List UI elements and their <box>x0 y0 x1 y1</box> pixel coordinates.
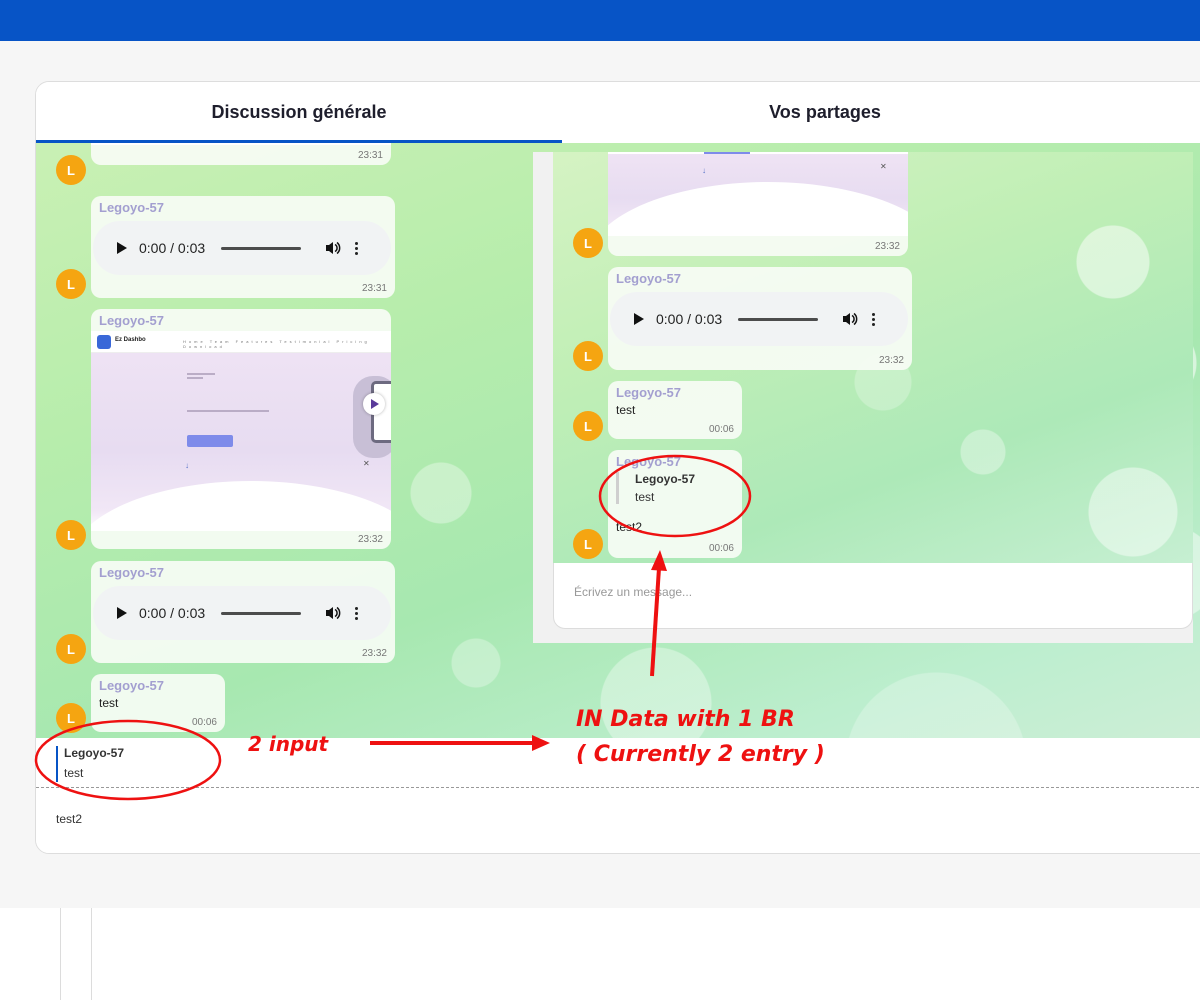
message-list[interactable]: L 23:31 L Legoyo-57 0:00 / 0:03 23:31 L … <box>36 143 1200 738</box>
input-placeholder: Écrivez un message... <box>574 585 693 599</box>
avatar: L <box>56 634 86 664</box>
divider-line <box>91 908 92 1000</box>
message-author: Legoyo-57 <box>99 678 165 693</box>
image-preview[interactable]: Ez Dashbo Home Team Features Testimonial… <box>91 331 391 531</box>
audio-player[interactable]: 0:00 / 0:03 <box>610 292 908 346</box>
play-icon[interactable] <box>117 607 127 619</box>
avatar: L <box>573 529 603 559</box>
quoted-author: Legoyo-57 <box>635 472 696 486</box>
more-options-icon[interactable] <box>355 241 358 255</box>
message-text: test <box>616 403 636 417</box>
message-bubble: Legoyo-57 test 00:06 <box>608 381 742 439</box>
audio-seek-bar[interactable] <box>738 317 818 321</box>
top-bar <box>0 0 1200 41</box>
preview-brand: Ez Dashbo <box>115 337 146 343</box>
tab-bar: Discussion générale Vos partages <box>36 82 1200 143</box>
audio-time: 0:00 / 0:03 <box>139 605 206 621</box>
message-time: 23:31 <box>361 283 387 294</box>
message-time: 00:06 <box>708 543 734 554</box>
shared-message-input[interactable]: Écrivez un message... <box>553 563 1193 629</box>
preview-logo-icon <box>97 335 111 349</box>
reply-indicator-bar <box>56 746 58 782</box>
message-time: 23:32 <box>361 648 387 659</box>
audio-player[interactable]: 0:00 / 0:03 <box>93 586 391 640</box>
chat-card: Discussion générale Vos partages L 23:31… <box>35 81 1200 854</box>
preview-arrow-icon: ↓ <box>185 461 189 470</box>
preview-navbar: Ez Dashbo Home Team Features Testimonial… <box>91 331 391 353</box>
image-preview <box>91 143 391 145</box>
message-author: Legoyo-57 <box>99 565 165 580</box>
message-bubble: Legoyo-57 0:00 / 0:03 23:32 <box>91 561 395 663</box>
message-bubble: Legoyo-57 Ez Dashbo Home Team Features T… <box>91 309 391 549</box>
avatar: L <box>56 269 86 299</box>
avatar: L <box>56 520 86 550</box>
message-time: 23:32 <box>357 534 383 545</box>
video-play-icon[interactable] <box>363 393 385 415</box>
audio-time: 0:00 / 0:03 <box>139 240 206 256</box>
image-preview[interactable]: ↓ ✕ <box>608 152 908 236</box>
message-bubble: Legoyo-57 test 00:06 <box>91 674 225 732</box>
preview-cta-button <box>187 435 233 447</box>
preview-nav-links: Home Team Features Testimonial Pricing D… <box>183 339 370 349</box>
audio-seek-bar[interactable] <box>221 246 301 250</box>
message-time: 00:06 <box>191 717 217 728</box>
avatar: L <box>573 411 603 441</box>
annotation-label-data: IN Data with 1 BR <box>576 707 795 732</box>
message-text: test2 <box>616 520 643 534</box>
message-bubble: Legoyo-57 0:00 / 0:03 23:32 <box>608 267 912 370</box>
more-options-icon[interactable] <box>872 312 875 326</box>
quoted-message[interactable]: Legoyo-57 test <box>616 472 695 504</box>
tab-vos-partages[interactable]: Vos partages <box>562 82 1088 143</box>
message-time: 23:31 <box>357 150 383 161</box>
reply-preview-author: Legoyo-57 <box>64 746 125 760</box>
message-author: Legoyo-57 <box>616 385 682 400</box>
audio-time: 0:00 / 0:03 <box>656 311 723 327</box>
shared-message-list[interactable]: L ↓ ✕ 23:32 L Legoyo-57 0:00 / 0:03 23:3… <box>553 152 1193 563</box>
avatar: L <box>573 228 603 258</box>
message-author: Legoyo-57 <box>616 454 682 469</box>
volume-icon[interactable] <box>842 311 858 327</box>
avatar: L <box>56 703 86 733</box>
message-author: Legoyo-57 <box>99 313 165 328</box>
volume-icon[interactable] <box>325 605 341 621</box>
avatar: L <box>573 341 603 371</box>
message-author: Legoyo-57 <box>616 271 682 286</box>
reply-message-bubble: Legoyo-57 Legoyo-57 test test2 00:06 <box>608 450 742 558</box>
message-bubble: 23:31 <box>91 143 391 165</box>
message-bubble: Legoyo-57 0:00 / 0:03 23:31 <box>91 196 395 298</box>
quoted-text: test <box>635 490 655 504</box>
message-bubble: ↓ ✕ 23:32 <box>608 152 908 256</box>
play-icon[interactable] <box>117 242 127 254</box>
message-input[interactable]: test2 <box>36 789 1200 853</box>
play-icon[interactable] <box>634 313 644 325</box>
shared-chat-panel: L ↓ ✕ 23:32 L Legoyo-57 0:00 / 0:03 23:3… <box>533 152 1193 643</box>
message-text: test <box>99 696 119 710</box>
message-input-value: test2 <box>56 812 83 826</box>
avatar: L <box>56 155 86 185</box>
lower-panel <box>0 908 1200 1000</box>
message-time: 23:32 <box>878 355 904 366</box>
divider-line <box>60 908 61 1000</box>
tab-discussion-generale[interactable]: Discussion générale <box>36 82 562 143</box>
volume-icon[interactable] <box>325 240 341 256</box>
message-time: 23:32 <box>874 241 900 252</box>
audio-player[interactable]: 0:00 / 0:03 <box>93 221 391 275</box>
message-author: Legoyo-57 <box>99 200 165 215</box>
audio-seek-bar[interactable] <box>221 611 301 615</box>
message-time: 00:06 <box>708 424 734 435</box>
more-options-icon[interactable] <box>355 606 358 620</box>
reply-preview-text: test <box>64 766 84 780</box>
annotation-label-input: 2 input <box>248 732 329 756</box>
annotation-label-entries: ( Currently 2 entry ) <box>576 742 825 767</box>
